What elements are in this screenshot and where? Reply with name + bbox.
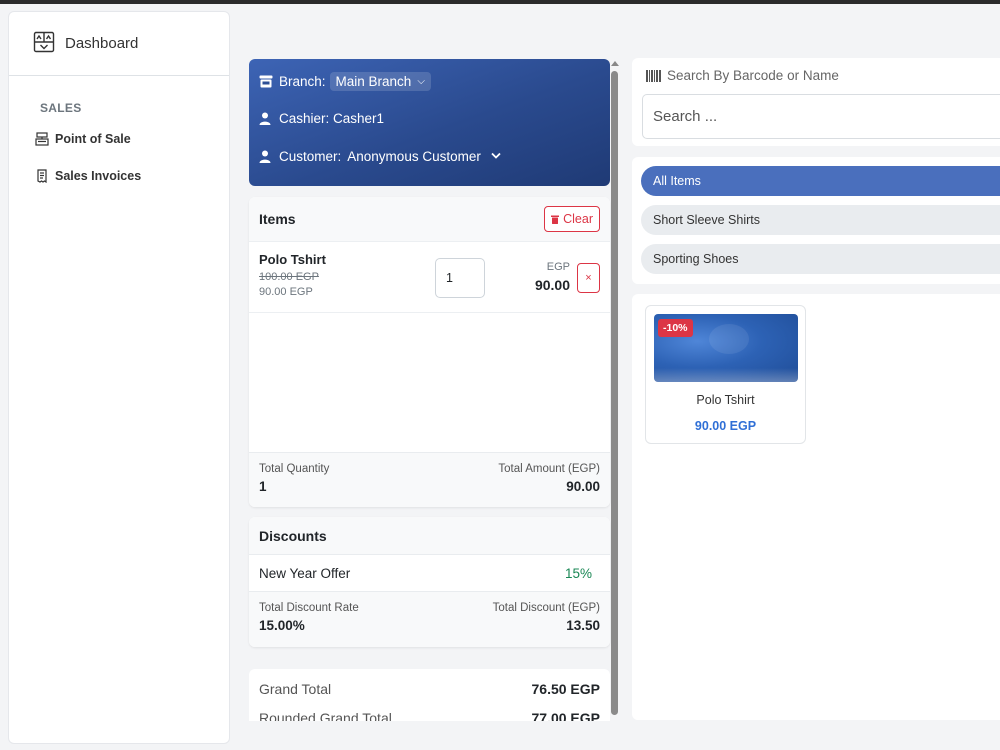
search-label-row: Search By Barcode or Name: [646, 68, 839, 83]
dashboard-label: Dashboard: [65, 35, 139, 52]
rounded-total-value: 77.00 EGP: [531, 710, 601, 721]
scrollbar-thumb[interactable]: [611, 71, 618, 715]
quantity-input[interactable]: 1: [435, 258, 485, 298]
sidebar-brand[interactable]: Dashboard: [9, 12, 229, 76]
customer-label: Customer:: [279, 148, 342, 164]
sidebar-item-point-of-sale[interactable]: Point of Sale: [35, 129, 229, 149]
chevron-down-icon: [491, 151, 501, 162]
customer-row: Customer: Anonymous Customer: [259, 145, 600, 167]
remove-item-button[interactable]: ×: [577, 263, 600, 293]
rounded-total-row: Rounded Grand Total 77.00 EGP: [259, 710, 600, 721]
product-card[interactable]: -10% Polo Tshirt 90.00 EGP: [645, 305, 806, 444]
cash-register-icon: [35, 132, 55, 146]
items-header: Items Clear: [249, 197, 610, 241]
product-image: -10%: [654, 314, 798, 382]
total-discount-label: Total Discount (EGP): [492, 602, 600, 614]
discount-badge: -10%: [658, 319, 693, 337]
branch-select[interactable]: Main Branch ⌵: [329, 71, 431, 91]
product-name: Polo Tshirt: [696, 393, 755, 407]
discount-row: New Year Offer 15%: [249, 555, 610, 592]
cashier-label: Cashier: Casher1: [279, 110, 385, 126]
product-price: 90.00 EGP: [694, 419, 757, 433]
sales-section-label: SALES: [40, 101, 82, 115]
branch-row: Branch: Main Branch ⌵: [259, 70, 600, 92]
total-discount-value: 13.50: [566, 618, 600, 633]
total-amount-value: 90.00: [566, 479, 600, 494]
customer-select[interactable]: Anonymous Customer: [347, 149, 501, 164]
grand-total-card: Grand Total 76.50 EGP Rounded Grand Tota…: [249, 669, 610, 721]
session-info-card: Branch: Main Branch ⌵ Cashier: Casher1 C…: [249, 59, 610, 186]
sidebar-item-sales-invoices[interactable]: Sales Invoices: [35, 166, 229, 186]
chevron-down-icon: ⌵: [417, 75, 425, 87]
customer-value: Anonymous Customer: [347, 148, 481, 164]
scroll-up-arrow-icon[interactable]: [611, 61, 619, 66]
products-grid: -10% Polo Tshirt 90.00 EGP: [632, 294, 1000, 720]
items-totals: Total Quantity 1 Total Amount (EGP) 90.0…: [249, 452, 610, 507]
branch-label: Branch:: [279, 73, 326, 89]
discount-name: New Year Offer: [259, 565, 351, 581]
branch-value: Main Branch: [335, 73, 412, 89]
items-title: Items: [259, 211, 296, 227]
discount-totals: Total Discount Rate 15.00% Total Discoun…: [249, 592, 610, 647]
trash-icon: [551, 215, 560, 224]
category-all-items[interactable]: All Items: [641, 166, 1000, 196]
cart-item-row: Polo Tshirt 100.00 EGP 90.00 EGP 1 EGP 9…: [249, 241, 610, 313]
discounts-card: Discounts New Year Offer 15% Total Disco…: [249, 517, 610, 647]
total-discount-rate-label: Total Discount Rate: [259, 602, 359, 614]
window-top-border: [0, 0, 1000, 4]
category-sporting-shoes[interactable]: Sporting Shoes: [641, 244, 1000, 274]
user-icon: [259, 112, 279, 125]
sidebar: Dashboard SALES Point of Sale Sales Invo…: [8, 11, 230, 744]
user-icon: [259, 150, 279, 163]
cart-item-total: 90.00: [534, 277, 570, 293]
total-quantity-label: Total Quantity: [259, 463, 330, 475]
grand-total-row: Grand Total 76.50 EGP: [259, 681, 600, 697]
search-input[interactable]: Search ...: [642, 94, 1000, 139]
discount-rate: 15%: [564, 565, 592, 581]
left-column-scrollbar[interactable]: [610, 59, 620, 719]
discounts-title: Discounts: [249, 517, 610, 555]
receipt-icon: [35, 169, 55, 183]
rounded-total-label: Rounded Grand Total: [259, 710, 392, 721]
cart-items-card: Items Clear Polo Tshirt 100.00 EGP 90.00…: [249, 197, 610, 507]
sidebar-item-label: Point of Sale: [55, 132, 131, 146]
grand-total-label: Grand Total: [259, 681, 332, 697]
sidebar-item-label: Sales Invoices: [55, 169, 142, 183]
grand-total-value: 76.50 EGP: [531, 681, 601, 697]
total-quantity-value: 1: [259, 479, 267, 494]
clear-label: Clear: [563, 212, 593, 226]
cashier-row: Cashier: Casher1: [259, 107, 600, 129]
cart-item-currency: EGP: [546, 261, 570, 273]
clear-cart-button[interactable]: Clear: [544, 206, 600, 232]
search-card: Search By Barcode or Name Search ...: [632, 58, 1000, 146]
total-amount-label: Total Amount (EGP): [498, 463, 600, 475]
dashboard-icon: [33, 31, 55, 56]
category-short-sleeve-shirts[interactable]: Short Sleeve Shirts: [641, 205, 1000, 235]
barcode-icon: [646, 69, 661, 82]
categories-card: All Items Short Sleeve Shirts Sporting S…: [632, 157, 1000, 284]
search-label: Search By Barcode or Name: [667, 68, 839, 83]
store-icon: [259, 75, 279, 88]
total-discount-rate-value: 15.00%: [259, 618, 305, 633]
